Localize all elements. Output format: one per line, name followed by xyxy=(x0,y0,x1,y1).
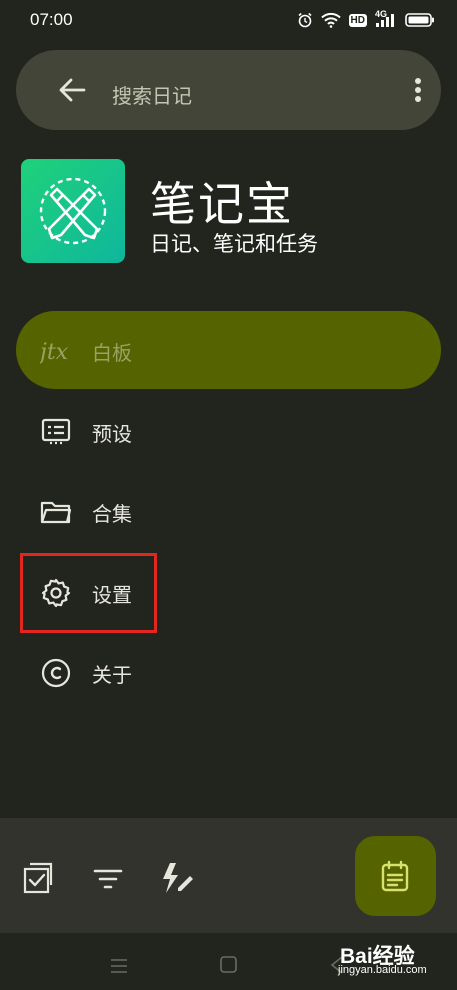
search-bar[interactable]: 搜索日记 xyxy=(16,50,441,130)
add-journal-fab[interactable] xyxy=(355,836,436,916)
menu-item-label: 合集 xyxy=(92,502,132,526)
svg-text:jtx: jtx xyxy=(40,340,69,365)
home-icon[interactable] xyxy=(220,956,237,973)
menu-item-about[interactable]: 关于 xyxy=(16,633,441,711)
menu-item-label: 设置 xyxy=(92,583,132,607)
watermark-url: jingyan.baidu.com xyxy=(338,964,427,976)
menu-icon[interactable] xyxy=(110,957,128,975)
journal-add-icon xyxy=(381,860,409,892)
quick-add-icon[interactable] xyxy=(158,860,194,896)
menu-item-settings[interactable]: 设置 xyxy=(16,553,441,631)
app-subtitle: 日记、笔记和任务 xyxy=(150,232,318,256)
status-icons: HD 4G xyxy=(297,9,435,28)
menu-item-label: 白板 xyxy=(92,341,132,365)
crossed-pencils-icon xyxy=(39,177,107,245)
menu-item-presets[interactable]: 预设 xyxy=(16,392,441,470)
search-input[interactable]: 搜索日记 xyxy=(112,80,192,109)
gear-icon xyxy=(40,577,72,609)
more-vert-icon[interactable] xyxy=(406,74,430,106)
menu-item-whiteboard[interactable]: jtx 白板 xyxy=(16,311,441,389)
copyright-icon xyxy=(40,657,72,689)
app-name: 笔记宝 xyxy=(150,177,294,231)
signal-4g-icon: 4G xyxy=(375,9,397,28)
menu-item-label: 预设 xyxy=(92,422,132,446)
wifi-icon xyxy=(320,12,341,28)
battery-icon xyxy=(405,12,435,28)
folder-icon xyxy=(40,496,72,528)
app-logo xyxy=(21,159,125,263)
checklist-icon[interactable] xyxy=(22,861,58,897)
menu-item-collections[interactable]: 合集 xyxy=(16,472,441,550)
preset-list-icon xyxy=(40,416,72,448)
menu-item-label: 关于 xyxy=(92,663,132,687)
alarm-icon xyxy=(297,12,313,28)
hd-badge: HD xyxy=(348,13,367,27)
network-type-label: 4G xyxy=(375,9,388,19)
filter-icon[interactable] xyxy=(92,866,128,902)
baidu-watermark: Bai经验 jingyan.baidu.com xyxy=(334,938,454,982)
arrow-left-icon[interactable] xyxy=(58,76,88,104)
status-bar: 07:00 HD 4G xyxy=(0,0,457,40)
status-time: 07:00 xyxy=(30,10,73,29)
jtx-logo-icon: jtx xyxy=(35,335,72,367)
